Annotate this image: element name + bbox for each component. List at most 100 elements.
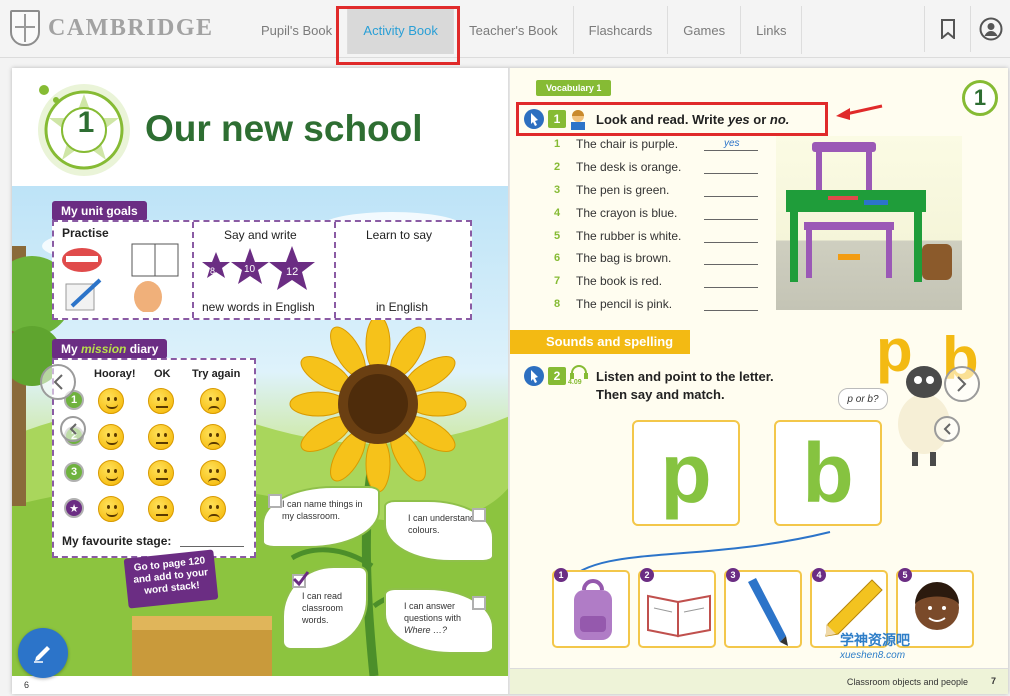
answer-line[interactable]	[704, 310, 758, 311]
watermark: 学神资源吧 xueshen8.com	[840, 630, 910, 661]
picture-card-pen[interactable]	[724, 570, 802, 648]
tab-teachers-book[interactable]: Teacher's Book	[454, 6, 574, 54]
checkmark-icon	[292, 571, 310, 587]
sunflower-image	[289, 316, 467, 493]
left-page: 1 Our new school My unit goals Practise …	[12, 68, 510, 694]
answer-line[interactable]	[704, 287, 758, 288]
tab-games[interactable]: Games	[668, 6, 742, 54]
tab-flashcards[interactable]: Flashcards	[574, 6, 669, 54]
tab-activity-book[interactable]: Activity Book	[348, 6, 455, 54]
exercise-2-number: 2	[548, 367, 566, 385]
answer-line[interactable]	[704, 196, 758, 197]
previous-hotspot-button[interactable]	[934, 416, 960, 442]
letter-card-p[interactable]: p	[632, 420, 740, 526]
mission-diary-table: Hooray! OK Try again 1 2 3 ★ My favourit…	[52, 358, 256, 558]
speech-bubble: p or b?	[838, 388, 888, 410]
practise-label: Practise	[62, 226, 109, 240]
star-8-label: 8	[210, 266, 216, 276]
mission-diary-label: My mission diary	[52, 339, 168, 359]
unit-goals-label: My unit goals	[52, 201, 147, 221]
user-icon	[979, 17, 1002, 41]
picture-number-4: 4	[812, 568, 826, 582]
sad-face-icon[interactable]	[200, 496, 226, 522]
answer-line[interactable]	[704, 242, 758, 243]
next-page-button[interactable]	[944, 366, 980, 402]
happy-face-icon[interactable]	[98, 496, 124, 522]
learn-to-say-cell: Learn to say in English	[336, 222, 470, 318]
user-account-button[interactable]	[970, 6, 1010, 52]
word-target-stars	[202, 246, 315, 290]
learn-to-say-label: Learn to say	[366, 228, 433, 242]
happy-face-icon[interactable]	[98, 460, 124, 486]
footer-topic: Classroom objects and people	[846, 677, 968, 687]
annotate-pen-button[interactable]	[18, 628, 68, 678]
say-and-write-cell: Say and write 8 10 12 new words in Engli…	[194, 222, 336, 318]
picture-number-5: 5	[898, 568, 912, 582]
goal-checkbox[interactable]	[268, 494, 282, 508]
exercise-1-select-button[interactable]	[524, 109, 544, 129]
cursor-icon	[531, 370, 538, 383]
picture-number-3: 3	[726, 568, 740, 582]
goal-checkbox[interactable]	[472, 508, 486, 522]
reading-girl-icon	[571, 110, 585, 130]
answer-text: yes	[724, 138, 740, 149]
ok-face-icon[interactable]	[148, 496, 174, 522]
brand-name: CAMBRIDGE	[48, 14, 214, 41]
happy-face-icon[interactable]	[98, 388, 124, 414]
answer-line[interactable]	[704, 219, 758, 220]
previous-page-small-button[interactable]	[60, 416, 86, 442]
crest-icon	[10, 10, 40, 46]
ok-face-icon[interactable]	[148, 460, 174, 486]
new-words-label: new words in English	[202, 300, 315, 314]
chevron-left-icon	[53, 374, 63, 390]
watermark-chinese: 学神资源吧	[840, 632, 910, 648]
chevron-right-icon	[957, 376, 967, 392]
page-number-left: 6	[24, 680, 30, 690]
answer-line[interactable]	[704, 150, 758, 151]
letter-card-b[interactable]: b	[774, 420, 882, 526]
book-spread: 1 Our new school My unit goals Practise …	[12, 68, 1008, 694]
answer-line[interactable]	[704, 173, 758, 174]
exercise-2-instruction: Listen and point to the letter. Then say…	[596, 369, 774, 402]
sad-face-icon[interactable]	[200, 388, 226, 414]
word-stack-sign: Go to page 120 and add to your word stac…	[123, 549, 219, 609]
book-icon	[647, 594, 711, 638]
unit-number: 1	[77, 106, 95, 139]
red-arrow-annotation	[836, 104, 883, 120]
favourite-stage-label: My favourite stage:	[62, 534, 172, 548]
resource-tabs: Pupil's Book Activity Book Teacher's Boo…	[246, 6, 803, 54]
practise-icons	[62, 243, 179, 312]
hooray-column-header: Hooray!	[94, 368, 136, 380]
goal-checkbox-checked[interactable]	[292, 571, 310, 588]
star-10-label: 10	[244, 264, 256, 275]
stage-star-badge: ★	[64, 498, 84, 518]
chevron-left-icon	[943, 423, 951, 435]
practise-cell: Practise	[54, 222, 194, 318]
happy-face-icon[interactable]	[98, 424, 124, 450]
answer-line[interactable]	[704, 264, 758, 265]
sad-face-icon[interactable]	[200, 424, 226, 450]
desk-and-chair-image	[786, 142, 952, 282]
sad-face-icon[interactable]	[200, 460, 226, 486]
tab-pupils-book[interactable]: Pupil's Book	[246, 6, 349, 54]
bookmark-button[interactable]	[924, 6, 970, 52]
ok-face-icon[interactable]	[148, 388, 174, 414]
pen-icon	[748, 578, 788, 646]
previous-page-button[interactable]	[40, 364, 76, 400]
star-12-label: 12	[286, 266, 299, 278]
exercise-2-select-button[interactable]	[524, 366, 544, 386]
picture-card-book[interactable]	[638, 570, 716, 648]
favourite-stage-line[interactable]	[180, 546, 244, 547]
chevron-left-icon	[69, 423, 77, 435]
unit-goals-panel: Practise Say and write 8 10 12 new words…	[52, 220, 472, 320]
picture-card-backpack[interactable]	[552, 570, 630, 648]
ok-face-icon[interactable]	[148, 424, 174, 450]
in-english-label: in English	[376, 300, 429, 314]
try-again-column-header: Try again	[192, 368, 241, 380]
backpack-icon	[574, 579, 612, 640]
headphones-icon[interactable]	[569, 364, 589, 380]
goal-checkbox[interactable]	[472, 596, 486, 610]
cambridge-logo[interactable]: CAMBRIDGE	[10, 10, 214, 46]
tab-links[interactable]: Links	[741, 6, 803, 54]
right-page: Vocabulary 1 1 1 Look and read. Write ye…	[510, 68, 1008, 694]
